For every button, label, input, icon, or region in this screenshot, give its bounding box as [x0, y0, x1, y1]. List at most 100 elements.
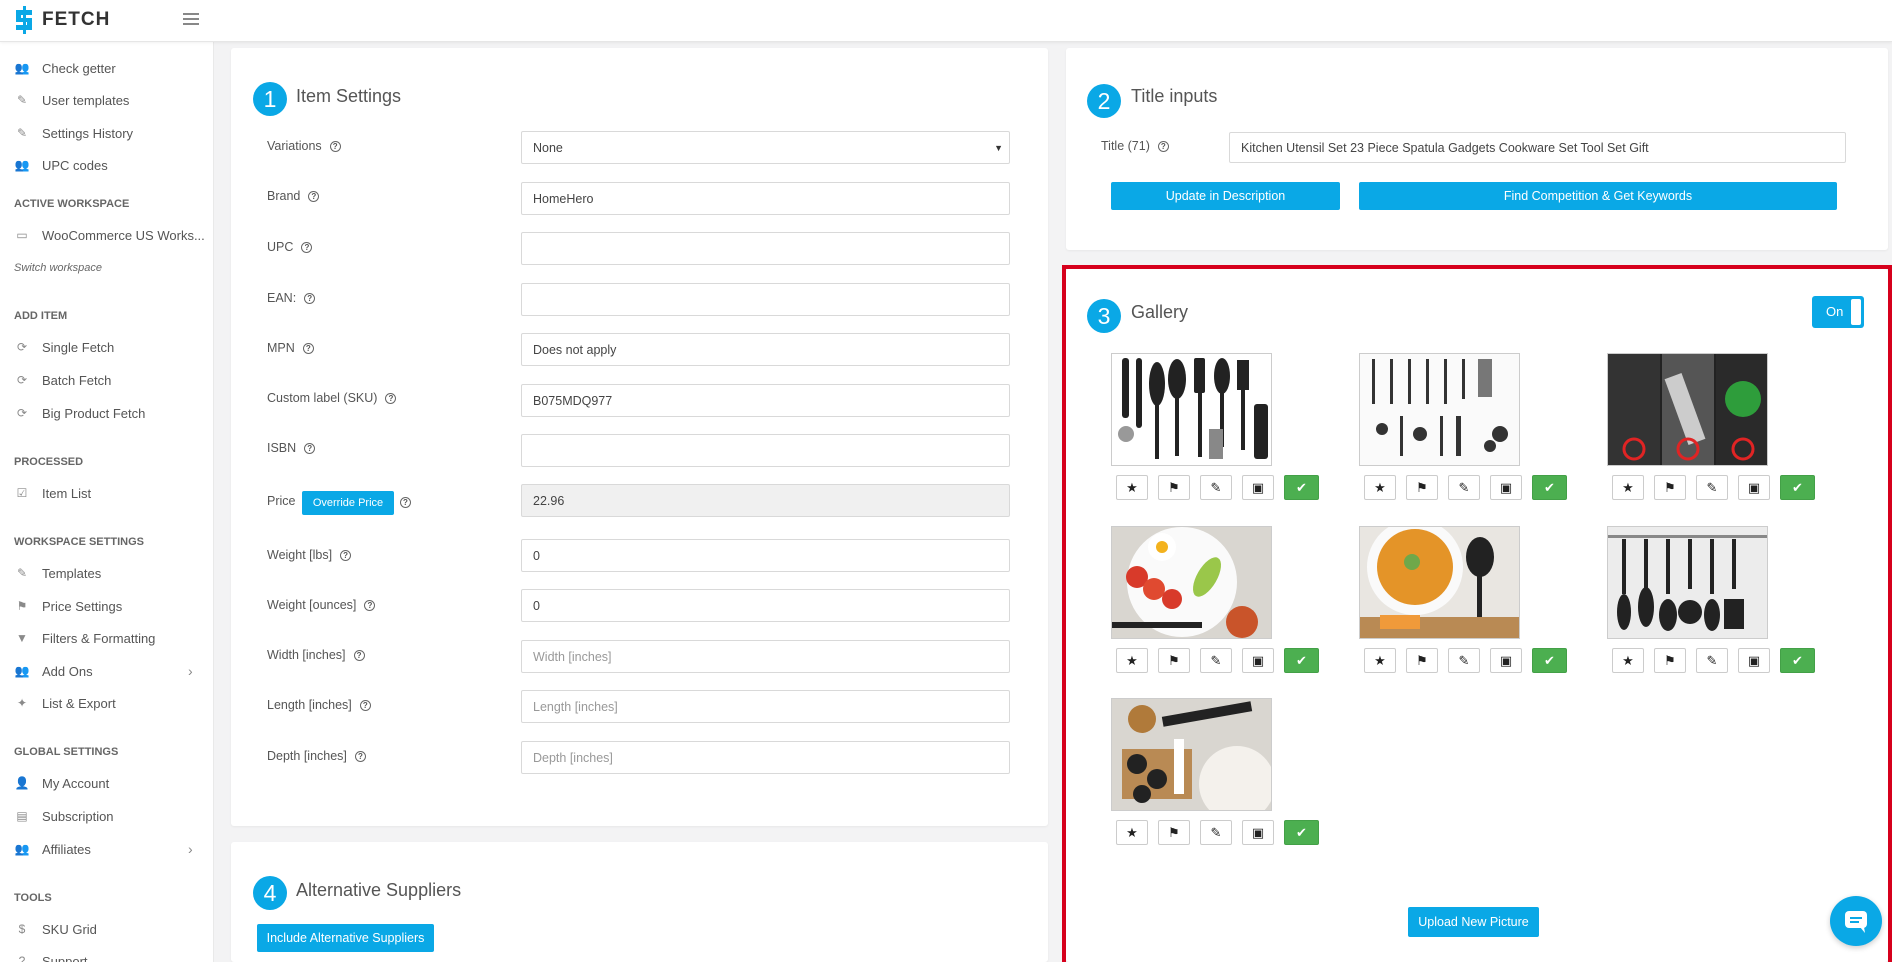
- sidebar-item-single-fetch[interactable]: ⟳ Single Fetch: [14, 336, 114, 358]
- star-icon[interactable]: ★: [1612, 648, 1644, 673]
- check-icon[interactable]: ✔: [1532, 648, 1567, 673]
- image-icon[interactable]: ▣: [1242, 475, 1274, 500]
- sidebar-item-list-export[interactable]: ✦ List & Export: [14, 692, 116, 714]
- tag-icon[interactable]: ⚑: [1158, 820, 1190, 845]
- switch-workspace-link[interactable]: Switch workspace: [14, 262, 102, 274]
- upload-new-picture-button[interactable]: Upload New Picture: [1408, 907, 1539, 937]
- gallery-toggle[interactable]: On: [1812, 296, 1864, 328]
- sku-input[interactable]: B075MDQ977: [521, 384, 1010, 417]
- pencil-icon[interactable]: ✎: [1200, 648, 1232, 673]
- mpn-input[interactable]: Does not apply: [521, 333, 1010, 366]
- sidebar-item-upc-codes[interactable]: 👥 UPC codes: [14, 154, 108, 176]
- sidebar-item-workspace[interactable]: ▭ WooCommerce US Works...: [14, 224, 204, 246]
- weight-ounces-input[interactable]: 0: [521, 589, 1010, 622]
- pencil-icon[interactable]: ✎: [1200, 820, 1232, 845]
- help-icon[interactable]: ?: [302, 342, 314, 354]
- sidebar-item-item-list[interactable]: ☑ Item List: [14, 482, 92, 504]
- brand-input[interactable]: HomeHero: [521, 182, 1010, 215]
- image-icon[interactable]: ▣: [1242, 648, 1274, 673]
- help-icon[interactable]: ?: [301, 241, 313, 253]
- sidebar-item-user-templates[interactable]: ✎ User templates: [14, 89, 129, 111]
- help-icon[interactable]: ?: [304, 292, 316, 304]
- override-price-button[interactable]: Override Price: [302, 491, 394, 515]
- sidebar-item-sku-grid[interactable]: $ SKU Grid: [14, 918, 97, 940]
- isbn-input[interactable]: [521, 434, 1010, 467]
- star-icon[interactable]: ★: [1612, 475, 1644, 500]
- sidebar-item-templates[interactable]: ✎ Templates: [14, 562, 101, 584]
- tag-icon[interactable]: ⚑: [1406, 475, 1438, 500]
- find-competition-button[interactable]: Find Competition & Get Keywords: [1359, 182, 1837, 210]
- title-input[interactable]: Kitchen Utensil Set 23 Piece Spatula Gad…: [1229, 132, 1846, 163]
- image-icon[interactable]: ▣: [1242, 820, 1274, 845]
- include-alternative-suppliers-button[interactable]: Include Alternative Suppliers: [257, 924, 434, 952]
- pencil-icon[interactable]: ✎: [1200, 475, 1232, 500]
- price-input[interactable]: 22.96: [521, 484, 1010, 517]
- star-icon[interactable]: ★: [1364, 648, 1396, 673]
- tag-icon[interactable]: ⚑: [1406, 648, 1438, 673]
- tag-icon[interactable]: ⚑: [1654, 475, 1686, 500]
- update-in-description-button[interactable]: Update in Description: [1111, 182, 1340, 210]
- sidebar-item-subscription[interactable]: ▤ Subscription: [14, 805, 113, 827]
- tag-icon[interactable]: ⚑: [1158, 475, 1190, 500]
- gallery-image-utensil-set-labeled[interactable]: [1359, 353, 1520, 466]
- image-icon[interactable]: ▣: [1738, 648, 1770, 673]
- sidebar-item-settings-history[interactable]: ✎ Settings History: [14, 122, 133, 144]
- variations-select[interactable]: None ▼: [521, 131, 1010, 164]
- check-icon[interactable]: ✔: [1284, 475, 1319, 500]
- help-icon[interactable]: ?: [400, 497, 411, 508]
- gallery-image-material-features[interactable]: [1607, 353, 1768, 466]
- help-icon[interactable]: ?: [329, 140, 341, 152]
- pencil-icon[interactable]: ✎: [1696, 648, 1728, 673]
- star-icon[interactable]: ★: [1116, 648, 1148, 673]
- upc-input[interactable]: [521, 232, 1010, 265]
- star-icon[interactable]: ★: [1116, 475, 1148, 500]
- menu-toggle-icon[interactable]: [183, 13, 199, 26]
- image-icon[interactable]: ▣: [1490, 475, 1522, 500]
- length-input[interactable]: Length [inches]: [521, 690, 1010, 723]
- check-icon[interactable]: ✔: [1284, 820, 1319, 845]
- ean-input[interactable]: [521, 283, 1010, 316]
- help-icon[interactable]: ?: [359, 699, 371, 711]
- tag-icon[interactable]: ⚑: [1158, 648, 1190, 673]
- gallery-image-measuring-cups-flour[interactable]: [1111, 698, 1272, 811]
- width-input[interactable]: Width [inches]: [521, 640, 1010, 673]
- pencil-icon[interactable]: ✎: [1448, 648, 1480, 673]
- star-icon[interactable]: ★: [1116, 820, 1148, 845]
- depth-input[interactable]: Depth [inches]: [521, 741, 1010, 774]
- sidebar-item-support[interactable]: ? Support: [14, 950, 88, 962]
- image-icon[interactable]: ▣: [1490, 648, 1522, 673]
- help-icon[interactable]: ?: [340, 549, 352, 561]
- help-icon[interactable]: ?: [364, 599, 376, 611]
- app-logo[interactable]: FETCH: [12, 6, 110, 34]
- help-icon[interactable]: ?: [385, 392, 397, 404]
- help-icon[interactable]: ?: [354, 750, 366, 762]
- tag-icon: ⚑: [16, 599, 28, 613]
- sidebar-item-filters-formatting[interactable]: ▼ Filters & Formatting: [14, 627, 155, 649]
- gallery-image-hanging-utensils[interactable]: [1607, 526, 1768, 639]
- help-icon[interactable]: ?: [304, 442, 316, 454]
- check-icon[interactable]: ✔: [1780, 648, 1815, 673]
- image-icon[interactable]: ▣: [1738, 475, 1770, 500]
- sidebar-item-batch-fetch[interactable]: ⟳ Batch Fetch: [14, 369, 111, 391]
- sidebar-item-my-account[interactable]: 👤 My Account: [14, 772, 110, 794]
- check-icon[interactable]: ✔: [1780, 475, 1815, 500]
- gallery-image-utensil-set-overview[interactable]: [1111, 353, 1272, 466]
- help-icon[interactable]: ?: [308, 190, 320, 202]
- pencil-icon[interactable]: ✎: [1448, 475, 1480, 500]
- help-icon[interactable]: ?: [1157, 140, 1169, 152]
- sidebar-item-add-ons[interactable]: 👥 Add Ons ›: [14, 660, 193, 682]
- star-icon[interactable]: ★: [1364, 475, 1396, 500]
- weight-lbs-input[interactable]: 0: [521, 539, 1010, 572]
- gallery-image-breakfast-plate[interactable]: [1111, 526, 1272, 639]
- check-icon[interactable]: ✔: [1532, 475, 1567, 500]
- sidebar-item-check-getter[interactable]: 👥 Check getter: [14, 57, 116, 79]
- sidebar-item-big-product-fetch[interactable]: ⟳ Big Product Fetch: [14, 402, 145, 424]
- sidebar-item-price-settings[interactable]: ⚑ Price Settings: [14, 595, 123, 617]
- chat-widget[interactable]: [1830, 896, 1882, 946]
- tag-icon[interactable]: ⚑: [1654, 648, 1686, 673]
- gallery-image-soup-bowl-ladle[interactable]: [1359, 526, 1520, 639]
- check-icon[interactable]: ✔: [1284, 648, 1319, 673]
- sidebar-item-affiliates[interactable]: 👥 Affiliates ›: [14, 838, 193, 860]
- pencil-icon[interactable]: ✎: [1696, 475, 1728, 500]
- help-icon[interactable]: ?: [353, 649, 365, 661]
